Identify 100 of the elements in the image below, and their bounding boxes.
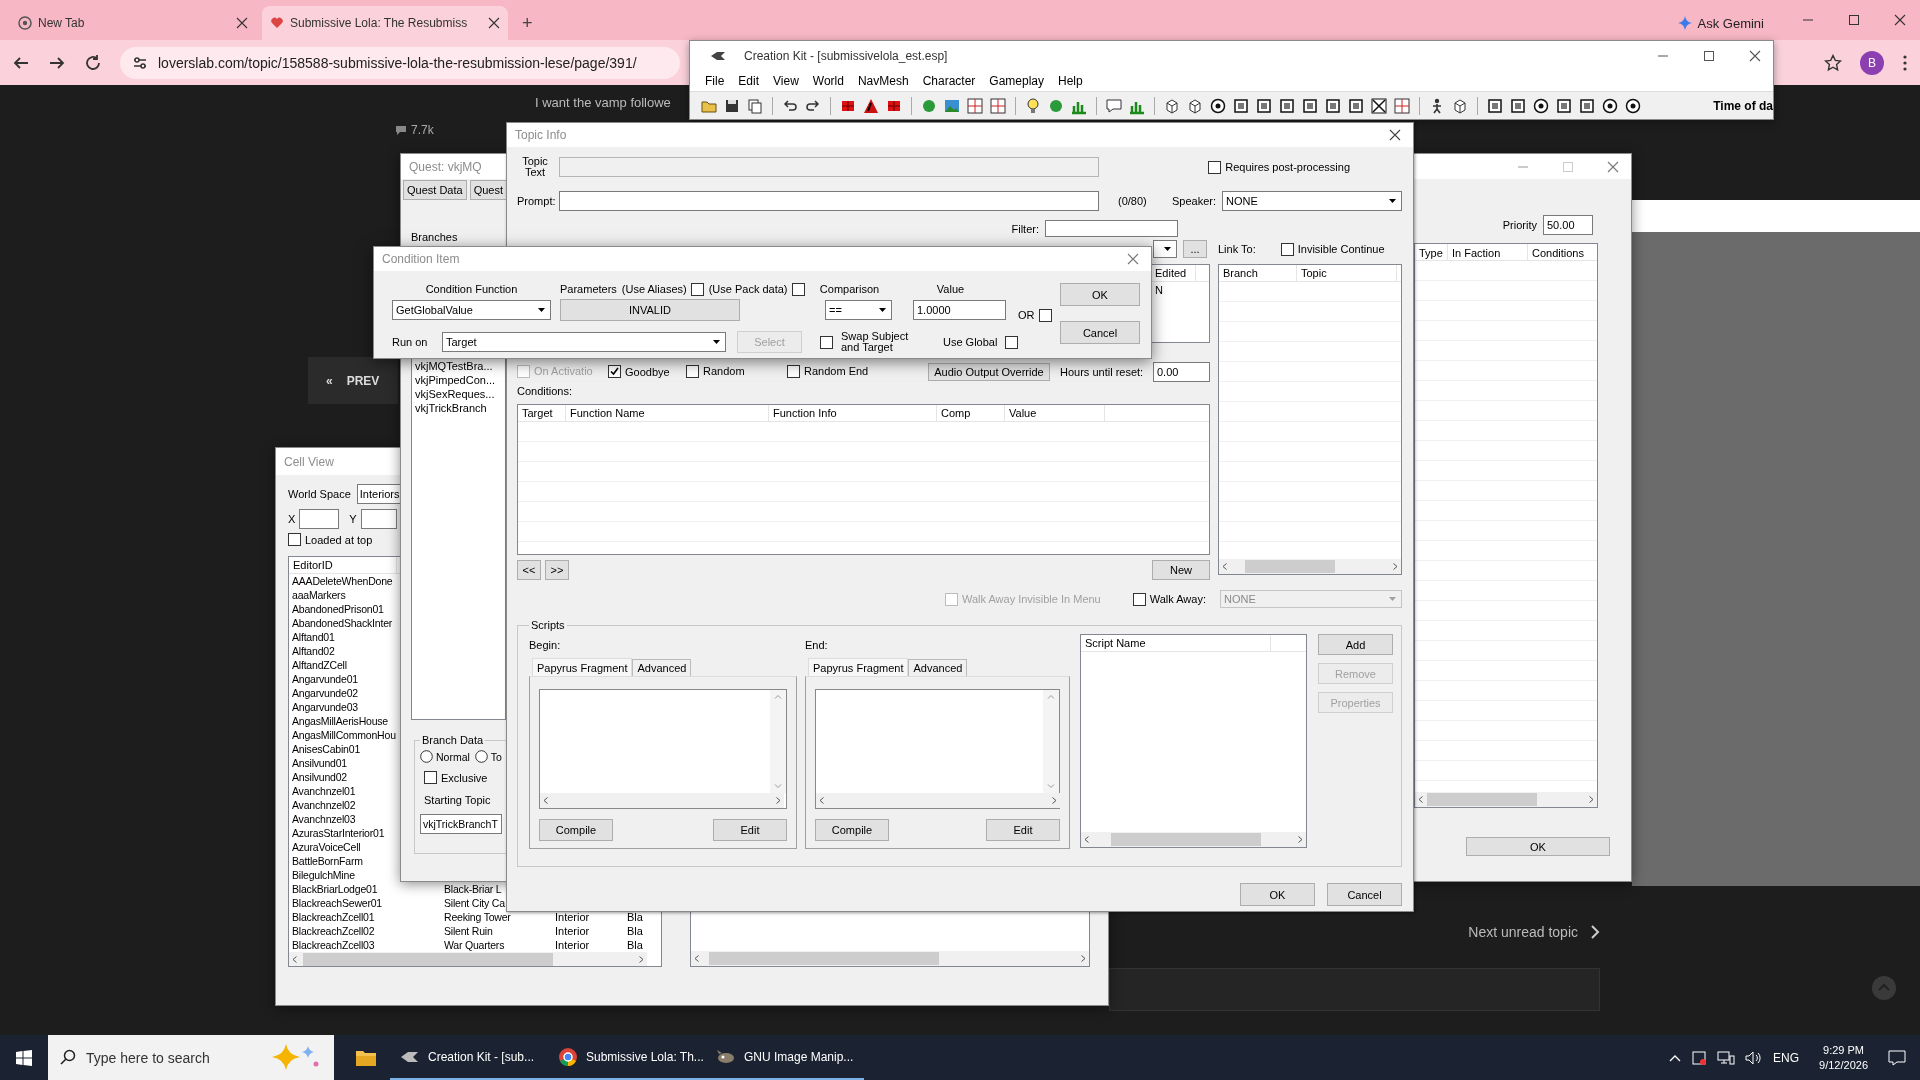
compile-button[interactable]: Compile bbox=[539, 819, 613, 841]
radio-button[interactable] bbox=[474, 750, 488, 763]
edit-button[interactable]: Edit bbox=[986, 819, 1060, 841]
list-item[interactable]: vkjMQTestBra... bbox=[415, 360, 505, 374]
script-button[interactable]: Add bbox=[1318, 634, 1393, 655]
reload-icon[interactable] bbox=[84, 53, 102, 72]
tab[interactable]: Papyrus Fragment bbox=[808, 658, 909, 676]
text-field[interactable] bbox=[559, 191, 1099, 211]
search-field[interactable]: Type here to search bbox=[48, 1035, 334, 1080]
cancel-button[interactable]: Cancel bbox=[1327, 883, 1402, 906]
new-tab-button[interactable]: + bbox=[514, 6, 541, 40]
checkbox[interactable] bbox=[690, 282, 704, 296]
cross-icon[interactable] bbox=[1370, 96, 1388, 115]
menu-item[interactable]: Gameplay bbox=[989, 74, 1045, 88]
square-icon[interactable] bbox=[1486, 96, 1504, 115]
text-field[interactable]: 1.0000 bbox=[913, 300, 1006, 320]
dropdown[interactable]: Interiors bbox=[356, 484, 403, 504]
scrollbar[interactable] bbox=[691, 951, 1089, 966]
checkbox[interactable] bbox=[1280, 242, 1294, 256]
dropdown[interactable] bbox=[1153, 240, 1177, 258]
menu-item[interactable]: File bbox=[705, 74, 725, 88]
scrollbar[interactable] bbox=[540, 793, 784, 808]
list-item[interactable]: vkjTrickBranch bbox=[415, 402, 505, 416]
menu-icon[interactable] bbox=[1902, 53, 1908, 72]
ok-button[interactable]: OK bbox=[1466, 837, 1610, 856]
close-icon[interactable] bbox=[1389, 129, 1401, 141]
list-item[interactable]: vkjSexReques... bbox=[415, 388, 505, 402]
circle-icon[interactable] bbox=[1601, 96, 1619, 115]
prev-button[interactable]: « PREV bbox=[308, 357, 398, 404]
text-field[interactable] bbox=[299, 509, 340, 529]
checkbox[interactable] bbox=[1005, 335, 1019, 349]
checkbox[interactable] bbox=[288, 533, 301, 546]
square-icon[interactable] bbox=[1301, 96, 1319, 115]
square-icon[interactable] bbox=[1509, 96, 1527, 115]
scrollbar[interactable] bbox=[1415, 792, 1597, 807]
text-field[interactable] bbox=[360, 509, 397, 529]
tab[interactable]: Quest Data bbox=[403, 180, 467, 200]
dropdown[interactable]: Target bbox=[442, 332, 726, 352]
maximize-icon[interactable] bbox=[1703, 50, 1715, 62]
column-header[interactable]: Function Info bbox=[769, 405, 937, 421]
square-icon[interactable] bbox=[1232, 96, 1250, 115]
speaker-icon[interactable] bbox=[1745, 1049, 1764, 1066]
grid-icon[interactable] bbox=[1393, 96, 1411, 115]
close-icon[interactable] bbox=[236, 17, 248, 29]
checkbox[interactable] bbox=[1038, 308, 1052, 322]
new-button[interactable]: New bbox=[1152, 560, 1210, 580]
network-icon[interactable] bbox=[1717, 1049, 1736, 1066]
audio-output-override-button[interactable]: Audio Output Override bbox=[928, 363, 1050, 381]
square-icon[interactable] bbox=[1347, 96, 1365, 115]
site-info-icon[interactable] bbox=[132, 54, 148, 71]
text-field[interactable]: 50.00 bbox=[1543, 215, 1593, 235]
gemini-button[interactable]: Ask Gemini bbox=[1669, 6, 1772, 40]
text-field[interactable] bbox=[559, 157, 1099, 177]
checkbox[interactable] bbox=[424, 771, 437, 784]
scrollbar[interactable] bbox=[1081, 832, 1306, 847]
radio-button[interactable] bbox=[420, 750, 433, 763]
edit-button[interactable]: Edit bbox=[713, 819, 787, 841]
menu-item[interactable]: NavMesh bbox=[857, 74, 909, 88]
script-editor[interactable] bbox=[815, 689, 1060, 809]
compile-button[interactable]: Compile bbox=[815, 819, 889, 841]
windows-logo-icon[interactable] bbox=[16, 1049, 32, 1066]
column-header[interactable]: Function Name bbox=[566, 405, 769, 421]
close-icon[interactable] bbox=[1894, 14, 1906, 26]
close-icon[interactable] bbox=[1749, 50, 1761, 62]
clock[interactable]: 9:29 PM 9/12/2026 bbox=[1819, 1042, 1868, 1073]
checkbox[interactable] bbox=[1132, 592, 1146, 606]
circle-icon[interactable] bbox=[1532, 96, 1550, 115]
menu-item[interactable]: Help bbox=[1058, 74, 1083, 88]
close-icon[interactable] bbox=[1127, 253, 1139, 265]
scrollbar[interactable] bbox=[1219, 559, 1401, 574]
circle-icon[interactable] bbox=[1209, 96, 1227, 115]
dropdown[interactable]: == bbox=[825, 300, 892, 320]
list-item[interactable]: vkjPimpedCon... bbox=[415, 374, 505, 388]
column-header[interactable]: Value bbox=[1005, 405, 1105, 421]
dropdown[interactable]: GetGlobalValue bbox=[392, 300, 551, 320]
taskbar-app[interactable]: GNU Image Manip... bbox=[706, 1035, 864, 1080]
text-field[interactable] bbox=[1045, 220, 1178, 237]
text-field[interactable]: 0.00 bbox=[1153, 362, 1210, 382]
checkbox[interactable] bbox=[608, 365, 621, 378]
grid-icon[interactable] bbox=[989, 96, 1007, 115]
pages-icon[interactable] bbox=[746, 96, 764, 115]
next-button[interactable]: >> bbox=[545, 560, 569, 580]
profile-avatar[interactable]: B bbox=[1860, 50, 1884, 75]
folder-icon[interactable] bbox=[355, 1048, 377, 1067]
column-header[interactable]: EditorID bbox=[289, 557, 397, 573]
column-header[interactable]: Comp bbox=[937, 405, 1005, 421]
scrollbar[interactable] bbox=[289, 952, 647, 966]
next-topic-link[interactable]: Next unread topic bbox=[1468, 924, 1600, 940]
parameter-button[interactable]: INVALID bbox=[560, 299, 740, 321]
square-icon[interactable] bbox=[1324, 96, 1342, 115]
square-icon[interactable] bbox=[1255, 96, 1273, 115]
column-header[interactable]: Topic bbox=[1297, 265, 1397, 281]
column-header[interactable]: Branch bbox=[1219, 265, 1297, 281]
checkbox[interactable] bbox=[1208, 160, 1222, 174]
checkbox[interactable] bbox=[686, 364, 699, 378]
scrollbar[interactable] bbox=[816, 793, 1060, 808]
tab[interactable]: Quest bbox=[469, 180, 507, 200]
tab[interactable]: Papyrus Fragment bbox=[532, 658, 633, 676]
column-header[interactable]: Target bbox=[518, 405, 566, 421]
circle-icon[interactable] bbox=[1624, 96, 1642, 115]
